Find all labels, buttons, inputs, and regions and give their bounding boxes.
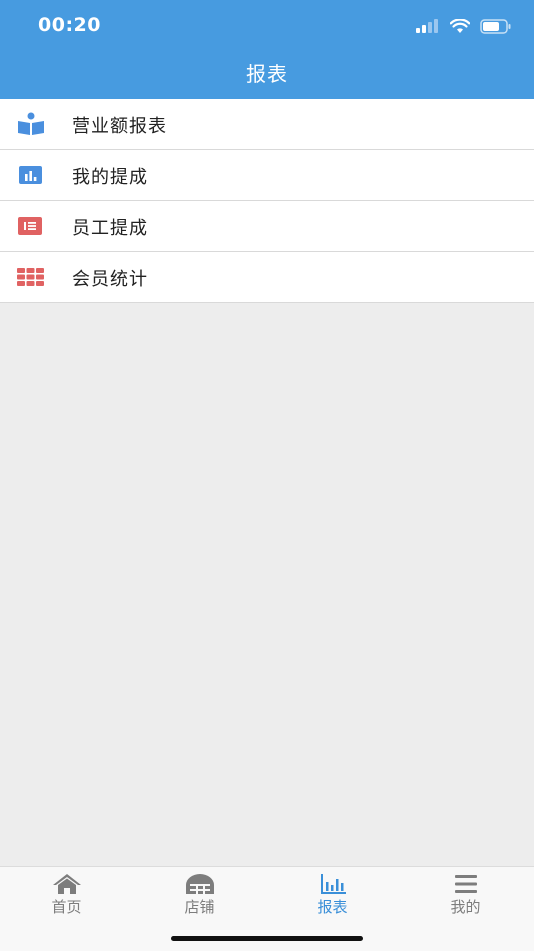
- tab-reports[interactable]: 报表: [266, 873, 399, 923]
- tab-label: 店铺: [184, 898, 215, 916]
- bar-chart-icon: [19, 166, 42, 184]
- wifi-icon: [450, 18, 470, 33]
- tab-mine[interactable]: 我的: [399, 873, 532, 923]
- menu-item-my-commission[interactable]: 我的提成: [0, 150, 534, 201]
- book-icon: [18, 112, 44, 135]
- report-menu: 营业额报表 我的提成 员工提成 会员统计: [0, 99, 534, 303]
- menu-icon: [454, 875, 477, 893]
- battery-icon: [480, 18, 511, 34]
- status-time: 00:20: [38, 14, 101, 36]
- tab-store[interactable]: 店铺: [133, 873, 266, 923]
- tab-label: 报表: [317, 898, 348, 916]
- list-icon: [18, 217, 42, 235]
- signal-icon: [416, 19, 438, 33]
- menu-item-label: 员工提成: [72, 218, 148, 239]
- home-icon: [52, 874, 81, 894]
- menu-item-label: 营业额报表: [72, 116, 167, 137]
- tab-label: 首页: [51, 898, 82, 916]
- header: 00:20 报表: [0, 0, 534, 99]
- menu-item-member-stats[interactable]: 会员统计: [0, 252, 534, 303]
- menu-item-label: 我的提成: [72, 167, 148, 188]
- status-icons: [416, 16, 512, 36]
- chart-icon: [320, 874, 346, 894]
- home-indicator: [171, 936, 363, 941]
- tab-home[interactable]: 首页: [0, 873, 133, 923]
- store-icon: [185, 874, 214, 894]
- menu-item-staff-commission[interactable]: 员工提成: [0, 201, 534, 252]
- grid-icon: [17, 268, 44, 286]
- menu-item-label: 会员统计: [72, 269, 148, 290]
- page-title: 报表: [246, 62, 288, 86]
- menu-item-revenue-report[interactable]: 营业额报表: [0, 99, 534, 150]
- tab-label: 我的: [450, 898, 481, 916]
